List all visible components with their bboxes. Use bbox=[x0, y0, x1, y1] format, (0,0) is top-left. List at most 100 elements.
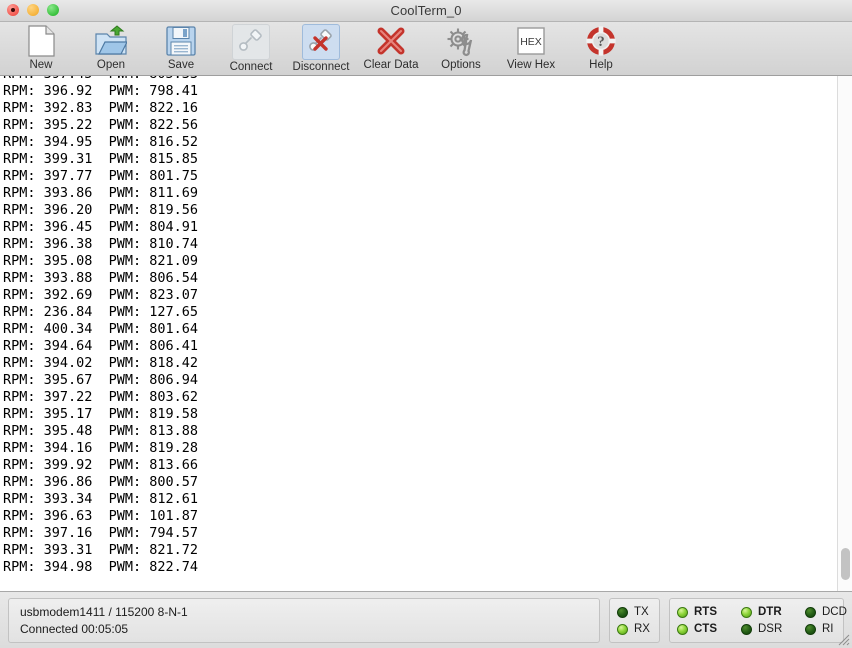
terminal-line: RPM: 393.34 PWM: 812.61 bbox=[3, 491, 199, 507]
led-row-dtr: DTR bbox=[741, 604, 805, 621]
help-button[interactable]: ? Help bbox=[566, 22, 636, 74]
clear-data-button[interactable]: Clear Data bbox=[356, 22, 426, 74]
terminal-line: RPM: 393.86 PWM: 811.69 bbox=[3, 185, 199, 201]
plug-disconnect-icon bbox=[302, 24, 340, 60]
options-label: Options bbox=[441, 59, 481, 71]
dsr-led-icon bbox=[741, 623, 752, 635]
led-row-cts: CTS bbox=[677, 621, 741, 638]
dcd-led-icon bbox=[805, 606, 816, 618]
ri-label: RI bbox=[822, 623, 834, 635]
options-button[interactable]: Options bbox=[426, 22, 496, 74]
dsr-label: DSR bbox=[758, 623, 783, 635]
title-bar: CoolTerm_0 bbox=[0, 0, 852, 22]
terminal-line: RPM: 236.84 PWM: 127.65 bbox=[3, 304, 199, 320]
terminal-line: RPM: 396.92 PWM: 798.41 bbox=[3, 83, 199, 99]
vertical-scrollbar[interactable] bbox=[837, 76, 852, 591]
led-row-tx: TX bbox=[617, 604, 659, 621]
red-x-icon bbox=[373, 24, 409, 58]
txrx-panel: TX RX bbox=[609, 597, 660, 643]
rx-label: RX bbox=[634, 623, 650, 635]
view-hex-button[interactable]: HEX View Hex bbox=[496, 22, 566, 74]
save-button[interactable]: Save bbox=[146, 22, 216, 74]
status-bar: usbmodem1411 / 115200 8-N-1 Connected 00… bbox=[0, 591, 852, 648]
terminal-line: RPM: 394.16 PWM: 819.28 bbox=[3, 440, 199, 456]
close-button[interactable] bbox=[7, 4, 19, 16]
rts-led-icon bbox=[677, 606, 688, 618]
terminal-line: RPM: 395.08 PWM: 821.09 bbox=[3, 253, 199, 269]
cts-label: CTS bbox=[694, 623, 717, 635]
terminal-line: RPM: 393.31 PWM: 821.72 bbox=[3, 542, 199, 558]
floppy-disk-icon bbox=[163, 24, 199, 58]
dcd-label: DCD bbox=[822, 606, 847, 618]
disconnect-button[interactable]: Disconnect bbox=[286, 22, 356, 74]
terminal-line: RPM: 392.83 PWM: 822.16 bbox=[3, 100, 199, 116]
connect-label: Connect bbox=[229, 61, 273, 73]
terminal-line: RPM: 395.48 PWM: 813.88 bbox=[3, 423, 199, 439]
plug-connect-icon bbox=[232, 24, 270, 60]
new-document-icon bbox=[23, 24, 59, 58]
terminal-line: RPM: 395.67 PWM: 806.94 bbox=[3, 372, 199, 388]
terminal-line: RPM: 393.88 PWM: 806.54 bbox=[3, 270, 199, 286]
open-button[interactable]: Open bbox=[76, 22, 146, 74]
led-row-dcd: DCD bbox=[805, 604, 850, 621]
terminal-line: RPM: 397.77 PWM: 801.75 bbox=[3, 168, 199, 184]
rts-label: RTS bbox=[694, 606, 717, 618]
terminal-line: RPM: 397.45 PWM: 805.33 bbox=[3, 76, 198, 83]
maximize-button[interactable] bbox=[47, 4, 59, 16]
terminal-line: RPM: 395.17 PWM: 819.58 bbox=[3, 406, 199, 422]
coolterm-window: CoolTerm_0 New Open Save Connect Disconn… bbox=[0, 0, 852, 648]
tx-label: TX bbox=[634, 606, 649, 618]
connection-panel: usbmodem1411 / 115200 8-N-1 Connected 00… bbox=[8, 597, 600, 643]
dtr-label: DTR bbox=[758, 606, 782, 618]
tx-led-icon bbox=[617, 606, 628, 618]
view-hex-label: View Hex bbox=[506, 59, 556, 71]
open-label: Open bbox=[96, 59, 126, 71]
svg-text:?: ? bbox=[597, 34, 605, 50]
resize-grip[interactable] bbox=[836, 632, 850, 646]
terminal-output[interactable]: RPM: 397.45 PWM: 805.33RPM: 396.92 PWM: … bbox=[0, 76, 852, 591]
led-row-rts: RTS bbox=[677, 604, 741, 621]
terminal-line: RPM: 392.69 PWM: 823.07 bbox=[3, 287, 199, 303]
cts-led-icon bbox=[677, 623, 688, 635]
connection-info: usbmodem1411 / 115200 8-N-1 bbox=[20, 604, 188, 619]
terminal-line: RPM: 397.16 PWM: 794.57 bbox=[3, 525, 199, 541]
gear-wrench-icon bbox=[443, 24, 479, 58]
vertical-scrollbar-thumb[interactable] bbox=[841, 548, 850, 580]
open-folder-icon bbox=[93, 24, 129, 58]
disconnect-label: Disconnect bbox=[292, 61, 350, 73]
new-label: New bbox=[29, 59, 53, 71]
dtr-led-icon bbox=[741, 606, 752, 618]
save-label: Save bbox=[167, 59, 195, 71]
terminal-line: RPM: 399.92 PWM: 813.66 bbox=[3, 457, 199, 473]
window-title: CoolTerm_0 bbox=[390, 3, 462, 18]
terminal-line: RPM: 400.34 PWM: 801.64 bbox=[3, 321, 199, 337]
window-controls bbox=[7, 4, 59, 16]
signal-lines-panel: RTS DTR DCD CTS DSR RI bbox=[669, 597, 847, 643]
help-label: Help bbox=[589, 59, 613, 71]
toolbar: New Open Save Connect Disconnect Clear D… bbox=[0, 22, 852, 76]
terminal-line: RPM: 396.45 PWM: 804.91 bbox=[3, 219, 199, 235]
led-row-rx: RX bbox=[617, 621, 659, 638]
terminal-line: RPM: 396.63 PWM: 101.87 bbox=[3, 508, 199, 524]
life-ring-question-icon: ? bbox=[583, 24, 619, 58]
led-row-dsr: DSR bbox=[741, 621, 805, 638]
clear-data-label: Clear Data bbox=[363, 59, 419, 71]
ri-led-icon bbox=[805, 623, 816, 635]
new-button[interactable]: New bbox=[6, 22, 76, 74]
hex-icon: HEX bbox=[513, 24, 549, 58]
connection-state: Connected 00:05:05 bbox=[20, 621, 129, 636]
minimize-button[interactable] bbox=[27, 4, 39, 16]
terminal-line: RPM: 399.31 PWM: 815.85 bbox=[3, 151, 199, 167]
terminal-line: RPM: 394.98 PWM: 822.74 bbox=[3, 559, 199, 575]
terminal-line: RPM: 394.95 PWM: 816.52 bbox=[3, 134, 199, 150]
terminal-line: RPM: 396.20 PWM: 819.56 bbox=[3, 202, 199, 218]
connect-button[interactable]: Connect bbox=[216, 22, 286, 74]
terminal-line: RPM: 395.22 PWM: 822.56 bbox=[3, 117, 199, 133]
terminal-line: RPM: 396.86 PWM: 800.57 bbox=[3, 474, 199, 490]
terminal-line: RPM: 397.22 PWM: 803.62 bbox=[3, 389, 199, 405]
terminal-line: RPM: 394.64 PWM: 806.41 bbox=[3, 338, 199, 354]
terminal-line: RPM: 396.38 PWM: 810.74 bbox=[3, 236, 199, 252]
svg-text:HEX: HEX bbox=[520, 36, 542, 48]
terminal-line: RPM: 394.02 PWM: 818.42 bbox=[3, 355, 199, 371]
rx-led-icon bbox=[617, 623, 628, 635]
